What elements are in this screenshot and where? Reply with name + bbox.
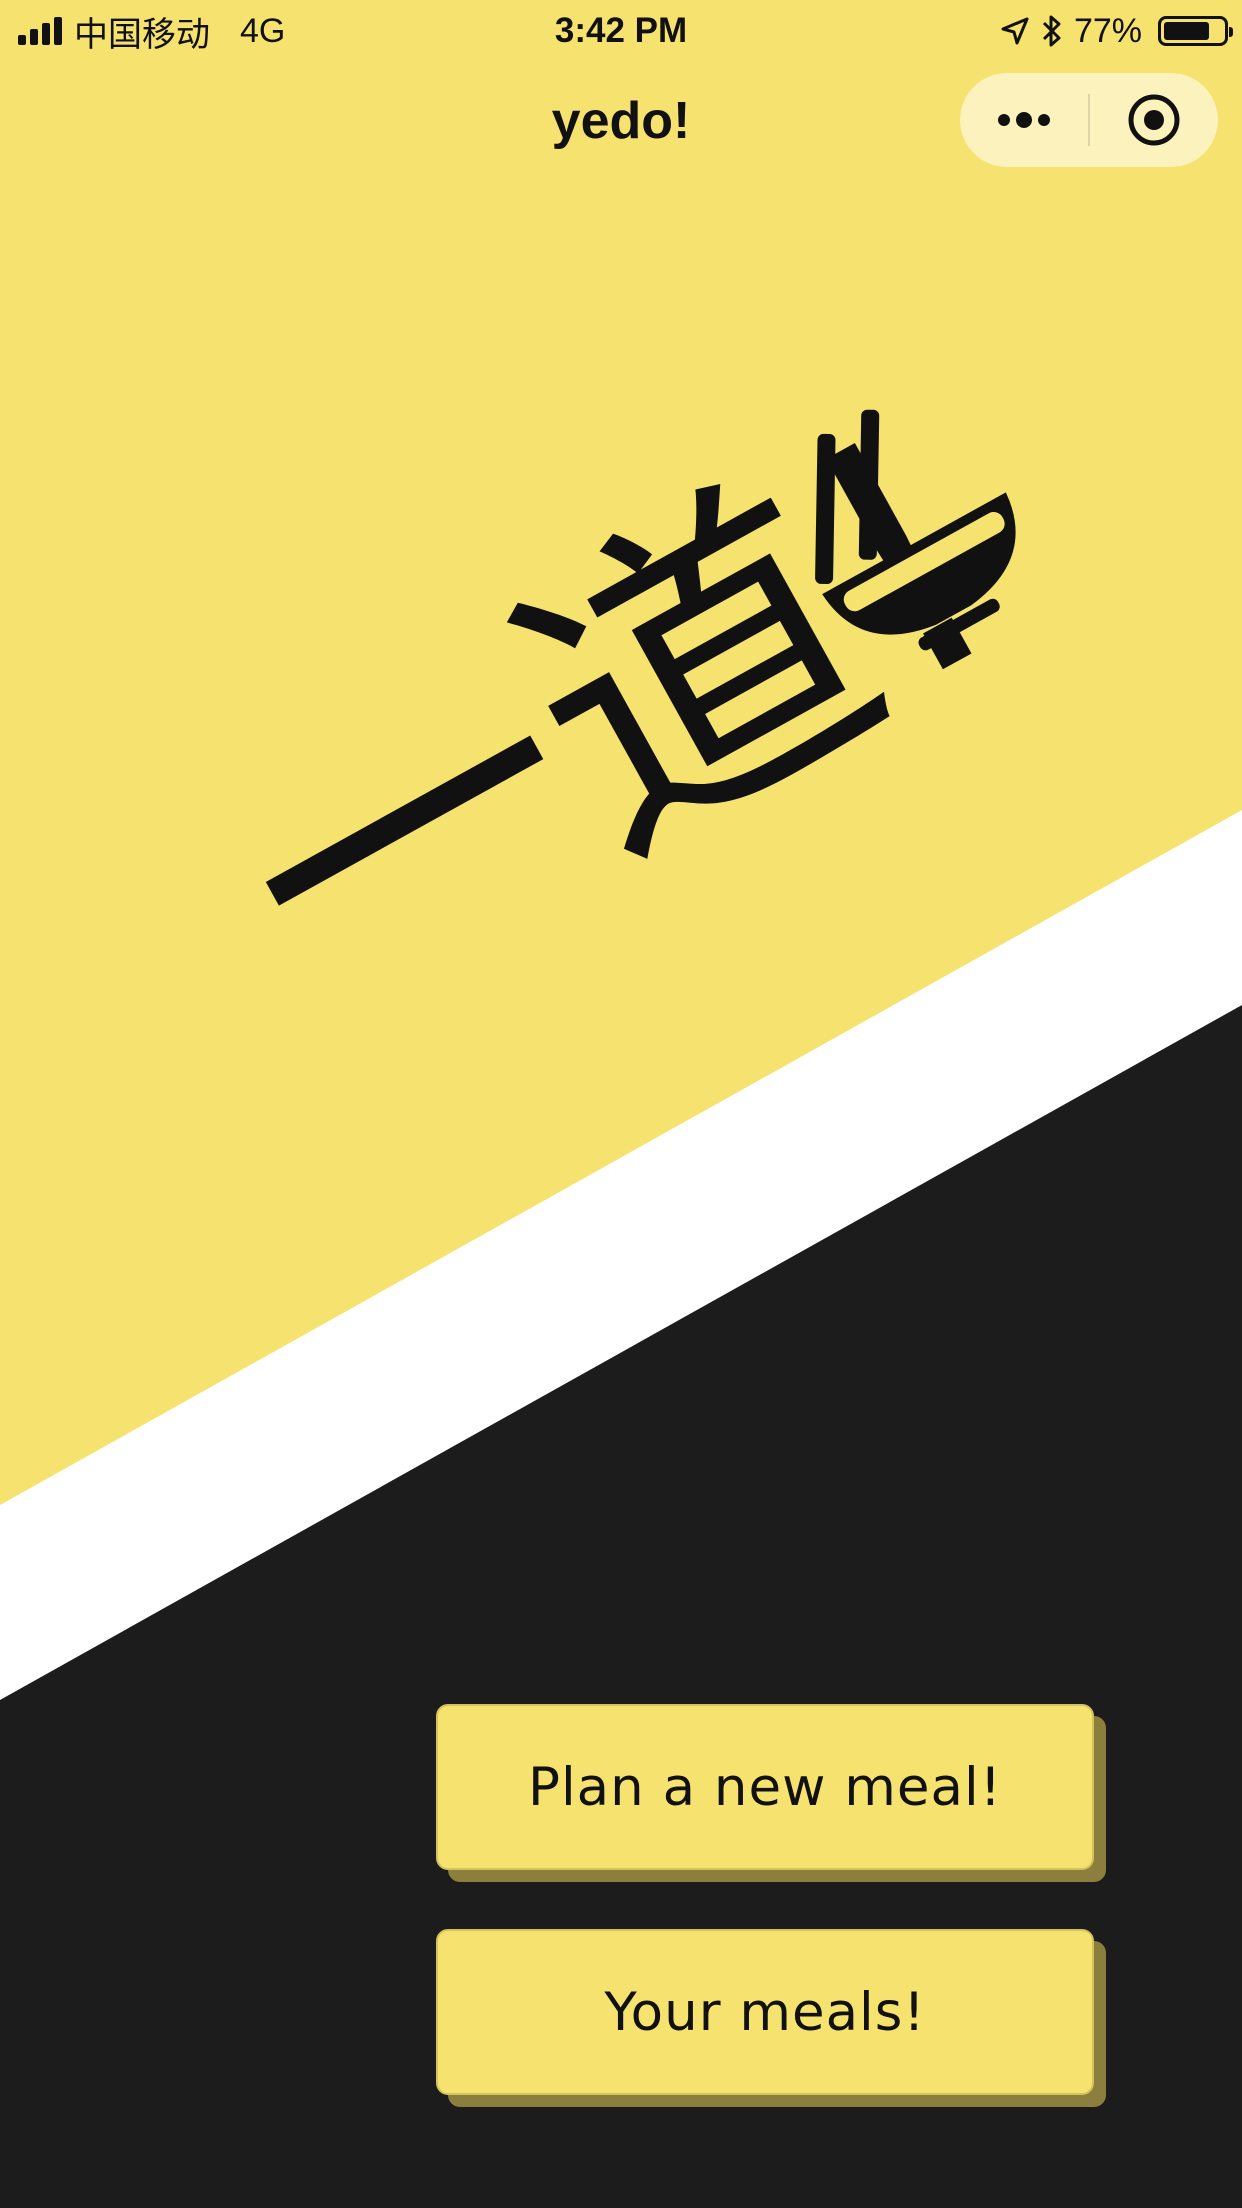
background-diagonal bbox=[0, 0, 1242, 2208]
record-circle-icon bbox=[1128, 94, 1180, 146]
battery-percent: 77% bbox=[1073, 11, 1142, 50]
battery-fill bbox=[1164, 22, 1209, 40]
close-button[interactable] bbox=[1090, 73, 1218, 167]
status-right: 77% bbox=[1000, 0, 1233, 62]
more-dots-icon bbox=[998, 112, 1050, 128]
capsule-menu bbox=[960, 73, 1218, 167]
plan-new-meal-button[interactable]: Plan a new meal! bbox=[436, 1704, 1094, 1870]
your-meals-button[interactable]: Your meals! bbox=[436, 1929, 1094, 2095]
bluetooth-icon bbox=[1042, 15, 1061, 47]
more-button[interactable] bbox=[960, 73, 1088, 167]
status-bar: 中国移动 4G 3:42 PM 77% bbox=[0, 0, 1242, 62]
battery-icon bbox=[1158, 16, 1233, 46]
location-arrow-icon bbox=[1001, 17, 1029, 45]
